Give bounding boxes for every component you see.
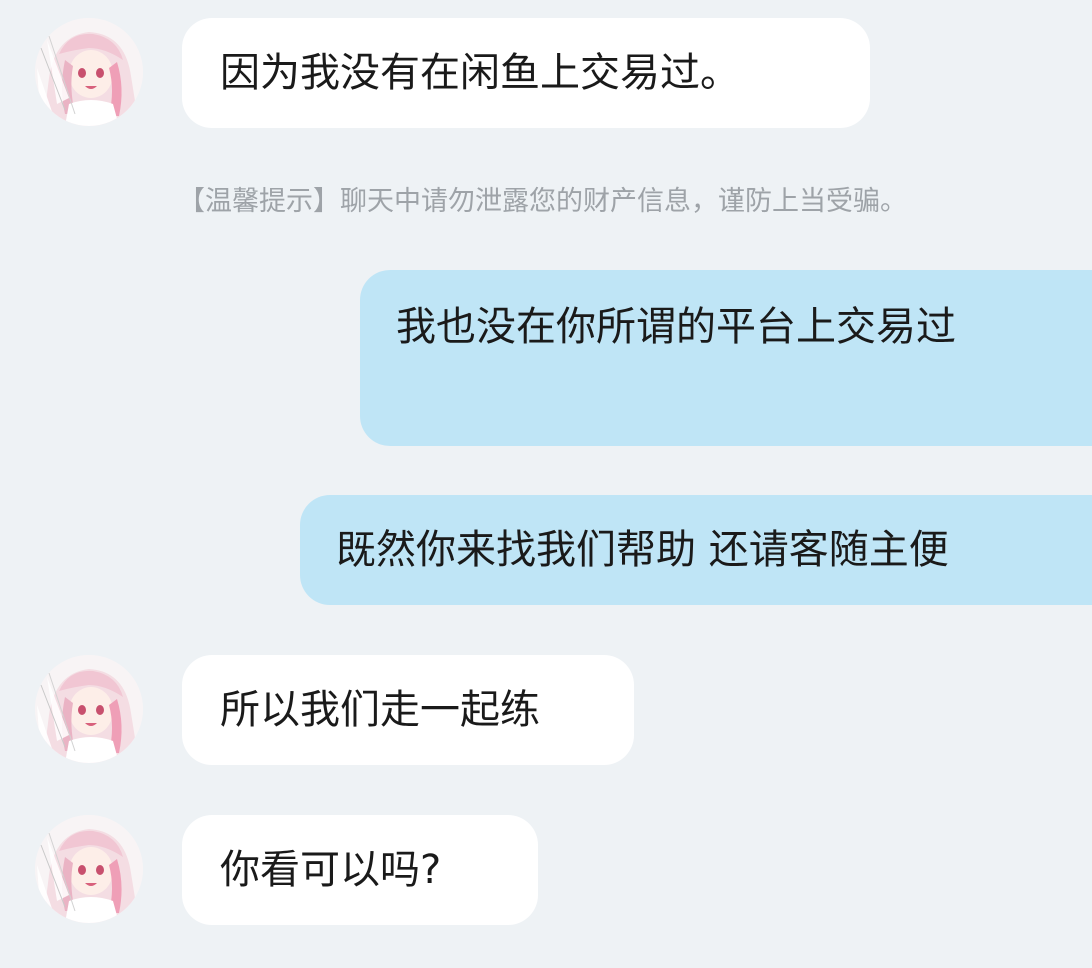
message-bubble-outgoing[interactable]: 我也没在你所谓的平台上交易过	[360, 270, 1092, 446]
anime-girl-avatar-icon	[35, 18, 143, 126]
anime-girl-avatar-icon	[35, 815, 143, 923]
message-bubble-incoming[interactable]: 你看可以吗?	[182, 815, 538, 925]
contact-avatar[interactable]	[35, 655, 143, 763]
message-bubble-outgoing[interactable]: 既然你来找我们帮助 还请客随主便	[300, 495, 1092, 605]
contact-avatar[interactable]	[35, 18, 143, 126]
system-notice: 【温馨提示】聊天中请勿泄露您的财产信息，谨防上当受骗。	[178, 186, 907, 217]
message-bubble-incoming[interactable]: 所以我们走一起练	[182, 655, 634, 765]
contact-avatar[interactable]	[35, 815, 143, 923]
message-bubble-incoming[interactable]: 因为我没有在闲鱼上交易过。	[182, 18, 870, 128]
anime-girl-avatar-icon	[35, 655, 143, 763]
